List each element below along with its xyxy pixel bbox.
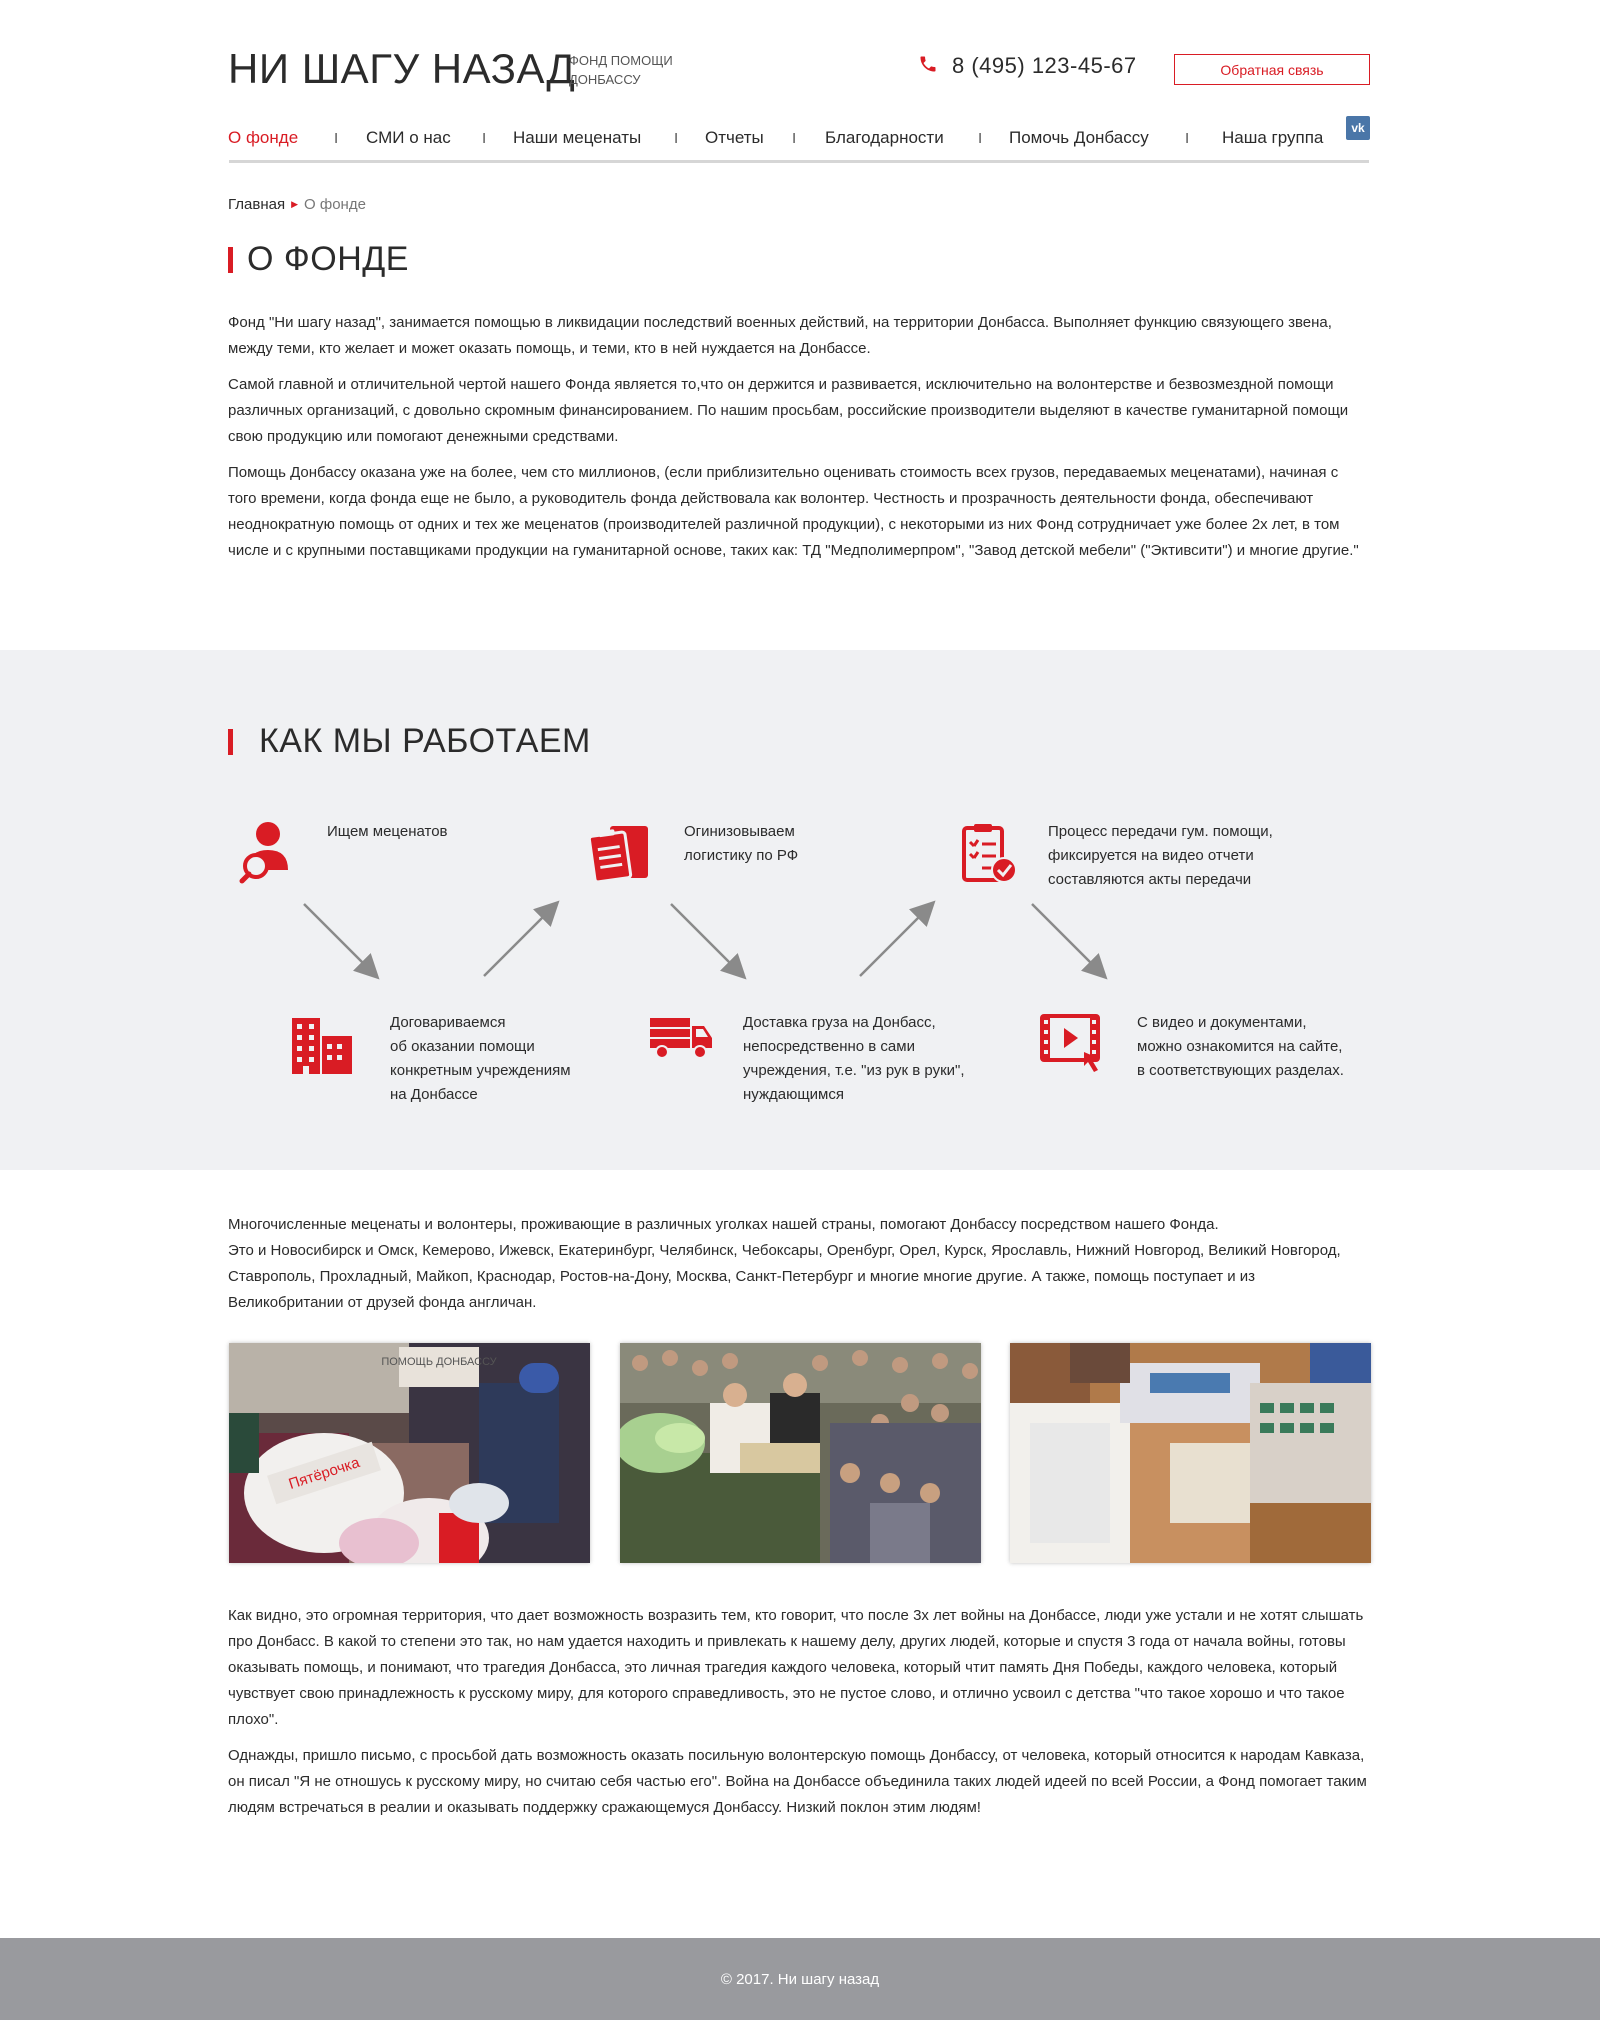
nav-item-group[interactable]: Наша группа xyxy=(1222,128,1323,148)
step-text-line: конкретным учреждениям xyxy=(390,1062,571,1079)
checklist-icon xyxy=(960,822,1024,886)
step-text: Процесс передачи гум. помощи, фиксируетс… xyxy=(1048,820,1328,892)
step-text-line: в соответствующих разделах. xyxy=(1137,1062,1344,1079)
photo-medical-boxes xyxy=(1010,1343,1371,1563)
how-heading: КАК МЫ РАБОТАЕМ xyxy=(228,722,591,761)
about-paragraph: Фонд "Ни шагу назад", занимается помощью… xyxy=(228,314,1332,357)
step-text: С видео и документами, можно ознакомится… xyxy=(1137,1011,1377,1083)
step-text-line: учреждения, т.е. "из рук в руки", xyxy=(743,1062,965,1079)
step-logistics xyxy=(587,820,652,884)
step-text-line: Договариваемся xyxy=(390,1014,506,1031)
heading-accent-bar xyxy=(228,246,233,273)
arrow-up-right-icon xyxy=(483,900,560,977)
arrow-down-right-icon xyxy=(303,903,380,980)
step-text: Доставка груза на Донбасс, непосредствен… xyxy=(743,1011,1013,1107)
volunteers-cities: Это и Новосибирск и Омск, Кемерово, Ижев… xyxy=(228,1242,1341,1311)
breadcrumb-home-link[interactable]: Главная xyxy=(228,196,285,213)
about-text: Фонд "Ни шагу назад", занимается помощью… xyxy=(228,310,1370,574)
step-text-line: непосредственно в сами xyxy=(743,1038,915,1055)
breadcrumb-arrow-icon: ▶ xyxy=(291,199,299,209)
step-text-line: Доставка груза на Донбасс, xyxy=(743,1014,936,1031)
step-documents xyxy=(1040,1014,1104,1078)
about-paragraph: Помощь Донбассу оказана уже на более, че… xyxy=(228,464,1359,559)
closing-paragraph: Как видно, это огромная территория, что … xyxy=(228,1607,1364,1728)
footer-copyright: © 2017. Ни шагу назад xyxy=(720,1970,880,1988)
step-delivery xyxy=(648,1014,712,1078)
nav-separator: I xyxy=(334,129,339,147)
how-title: КАК МЫ РАБОТАЕМ xyxy=(259,722,591,760)
volunteers-text: Многочисленные меценаты и волонтеры, про… xyxy=(228,1212,1370,1316)
arrow-down-right-icon xyxy=(1031,903,1108,980)
nav-separator: I xyxy=(1185,129,1190,147)
step-text: Огинизовываем логистику по РФ xyxy=(684,820,904,868)
vk-icon[interactable]: vk xyxy=(1346,116,1370,140)
step-text-line: фиксируется на видео отчети xyxy=(1048,847,1254,864)
step-text-line: С видео и документами, xyxy=(1137,1014,1307,1031)
step-text-line: логистику по РФ xyxy=(684,847,799,864)
step-text: Договариваемся об оказании помощи конкре… xyxy=(390,1011,610,1107)
step-text-line: Процесс передачи гум. помощи, xyxy=(1048,823,1273,840)
step-text-line: на Донбассе xyxy=(390,1086,478,1103)
about-paragraph: Самой главной и отличительной чертой наш… xyxy=(228,376,1349,445)
site-logo-title[interactable]: НИ ШАГУ НАЗАД xyxy=(228,44,575,94)
nav-separator: I xyxy=(482,129,487,147)
closing-text: Как видно, это огромная территория, что … xyxy=(228,1603,1370,1831)
nav-item-reports[interactable]: Отчеты xyxy=(705,128,764,148)
step-search-patrons xyxy=(236,820,300,884)
step-text-line: об оказании помощи xyxy=(390,1038,535,1055)
volunteers-paragraph: Многочисленные меценаты и волонтеры, про… xyxy=(228,1216,1219,1233)
footer: © 2017. Ни шагу назад xyxy=(0,1938,1600,2020)
step-text-line: Ищем меценатов xyxy=(327,823,448,840)
step-text-line: составляются акты передачи xyxy=(1048,871,1252,888)
site-logo-subtitle: ФОНД ПОМОЩИ ДОНБАССУ xyxy=(569,53,673,87)
breadcrumb-current: О фонде xyxy=(304,196,366,213)
photo-sign-text: ПОМОЩЬ ДОНБАССУ xyxy=(381,1356,497,1368)
phone-icon xyxy=(918,54,938,79)
feedback-button[interactable]: Обратная связь xyxy=(1174,54,1370,85)
arrow-down-right-icon xyxy=(670,903,747,980)
phone-block: 8 (495) 123-45-67 xyxy=(918,53,1137,79)
about-title: О ФОНДЕ xyxy=(247,240,409,278)
step-text-line: можно ознакомится на сайте, xyxy=(1137,1038,1343,1055)
photo-aid-bags: ПОМОЩЬ ДОНБАССУ Пятёрочка xyxy=(229,1343,590,1563)
step-agreements xyxy=(290,1014,354,1078)
step-text-line: Огинизовываем xyxy=(684,823,795,840)
heading-accent-bar xyxy=(228,728,233,755)
nav-item-about[interactable]: О фонде xyxy=(228,128,298,148)
buildings-icon xyxy=(290,1014,354,1078)
nav-item-patrons[interactable]: Наши меценаты xyxy=(513,128,641,148)
nav-separator: I xyxy=(792,129,797,147)
truck-icon xyxy=(648,1014,712,1078)
search-people-icon xyxy=(236,820,300,884)
nav-item-thanks[interactable]: Благодарности xyxy=(825,128,944,148)
step-video-report xyxy=(960,822,1024,886)
breadcrumb: Главная ▶ О фонде xyxy=(228,196,366,213)
arrow-up-right-icon xyxy=(859,900,936,977)
step-text-line: нуждающимся xyxy=(743,1086,844,1103)
step-text: Ищем меценатов xyxy=(327,820,547,844)
photo-distribution-crowd xyxy=(620,1343,981,1563)
nav-divider xyxy=(229,160,1369,163)
nav-item-help[interactable]: Помочь Донбассу xyxy=(1009,128,1149,148)
closing-paragraph: Однажды, пришло письмо, с просьбой дать … xyxy=(228,1747,1367,1816)
video-icon xyxy=(1040,1014,1104,1078)
phone-number[interactable]: 8 (495) 123-45-67 xyxy=(952,53,1137,79)
nav-item-media[interactable]: СМИ о нас xyxy=(366,128,451,148)
about-heading: О ФОНДЕ xyxy=(228,240,409,279)
nav-separator: I xyxy=(674,129,679,147)
clipboard-box-icon xyxy=(587,820,652,884)
main-nav: О фонде I СМИ о нас I Наши меценаты I От… xyxy=(228,114,1370,162)
nav-separator: I xyxy=(978,129,983,147)
